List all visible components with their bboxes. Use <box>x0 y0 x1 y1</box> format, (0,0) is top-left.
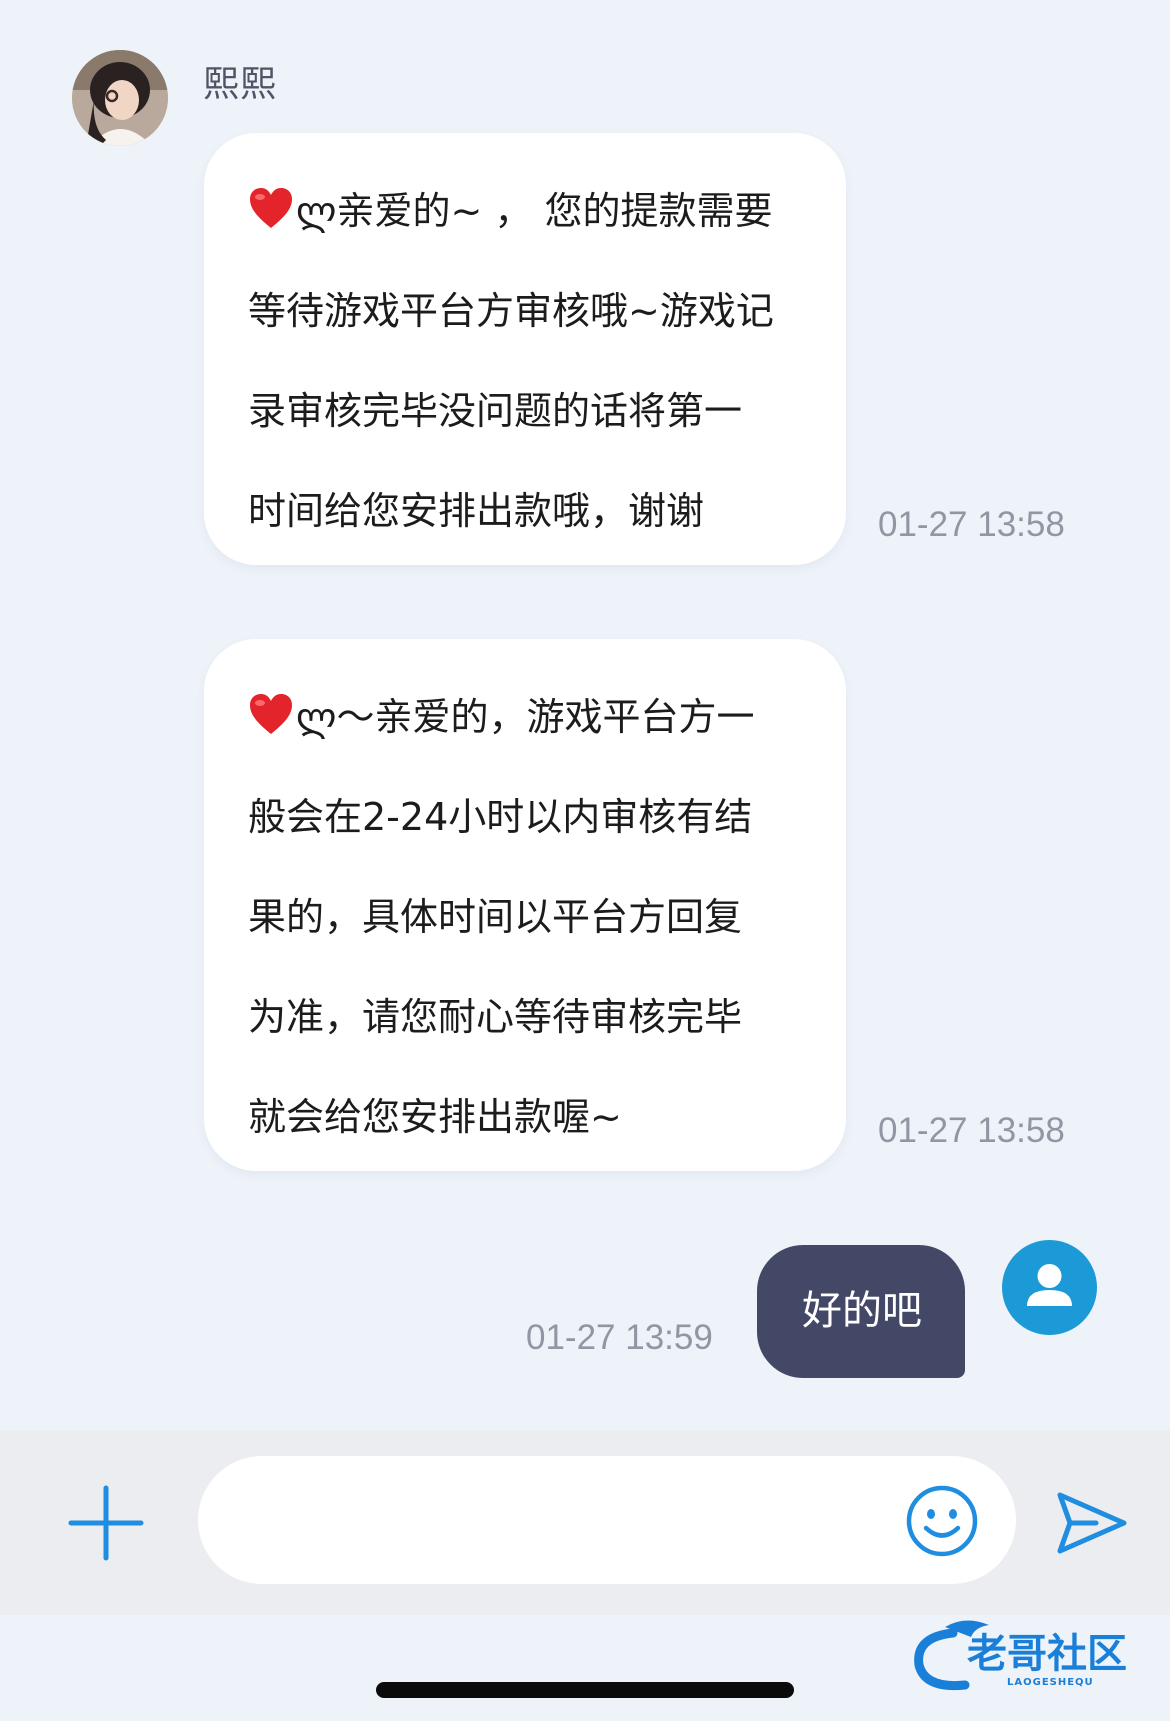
my-avatar[interactable] <box>1002 1240 1097 1335</box>
dragon-logo-icon: 老哥社区 LAOGESHEQU <box>914 1620 1127 1691</box>
message-text: 好的吧 <box>802 1288 922 1334</box>
message-timestamp: 01-27 13:58 <box>878 1111 1065 1150</box>
incoming-message-bubble[interactable]: ლ～亲爱的，游戏平台方一 般会在2-24小时以内审核有结 果的，具体时间以平台方… <box>204 639 846 1171</box>
message-text: ლ亲爱的~ ， 您的提款需要 <box>296 189 773 233</box>
red-heart-emoji-icon <box>250 188 292 228</box>
svg-text:LAOGESHEQU: LAOGESHEQU <box>1007 1677 1094 1688</box>
message-line: 录审核完毕没问题的话将第一 <box>248 389 743 433</box>
send-button[interactable] <box>1052 1485 1130 1563</box>
contact-avatar[interactable] <box>72 50 168 146</box>
message-line: 等待游戏平台方审核哦~游戏记 <box>248 289 774 333</box>
message-input-container[interactable] <box>198 1456 1016 1586</box>
send-icon <box>1057 1492 1127 1554</box>
message-line: 就会给您安排出款喔~ <box>248 1095 622 1139</box>
message-line: 为准，请您耐心等待审核完毕 <box>248 995 743 1039</box>
message-text: ლ～亲爱的，游戏平台方一 <box>296 695 755 739</box>
user-avatar-icon <box>1027 1264 1072 1306</box>
message-line: 般会在2-24小时以内审核有结 <box>248 795 753 839</box>
message-timestamp: 01-27 13:58 <box>878 505 1065 544</box>
contact-name: 熙熙 <box>203 64 278 105</box>
message-input[interactable] <box>246 1456 880 1586</box>
attach-button[interactable] <box>68 1485 144 1561</box>
red-heart-emoji-icon <box>250 694 292 734</box>
chat-message-list[interactable]: 熙熙 ლ亲爱的~ ， 您的提款需要 等待游戏平台方审核哦~游戏记 录审核完毕没问… <box>0 0 1170 1430</box>
message-line: ლ亲爱的~ ， 您的提款需要 <box>248 161 810 261</box>
contact-photo-avatar-icon <box>72 50 168 146</box>
plus-icon <box>68 1485 144 1561</box>
message-composer <box>0 1430 1170 1615</box>
svg-text:老哥社区: 老哥社区 <box>967 1631 1127 1677</box>
watermark-logo: 老哥社区 LAOGESHEQU 老哥社区 <box>905 1615 1155 1695</box>
message-line: ლ～亲爱的，游戏平台方一 <box>248 667 810 767</box>
message-line: 时间给您安排出款哦，谢谢 <box>248 489 705 533</box>
emoji-button[interactable] <box>904 1483 980 1559</box>
incoming-message-bubble[interactable]: ლ亲爱的~ ， 您的提款需要 等待游戏平台方审核哦~游戏记 录审核完毕没问题的话… <box>204 133 846 565</box>
home-indicator[interactable] <box>376 1682 794 1698</box>
message-timestamp: 01-27 13:59 <box>526 1318 713 1357</box>
outgoing-message-bubble[interactable]: 好的吧 <box>757 1245 965 1378</box>
message-line: 果的，具体时间以平台方回复 <box>248 895 743 939</box>
smiley-icon <box>906 1485 978 1557</box>
